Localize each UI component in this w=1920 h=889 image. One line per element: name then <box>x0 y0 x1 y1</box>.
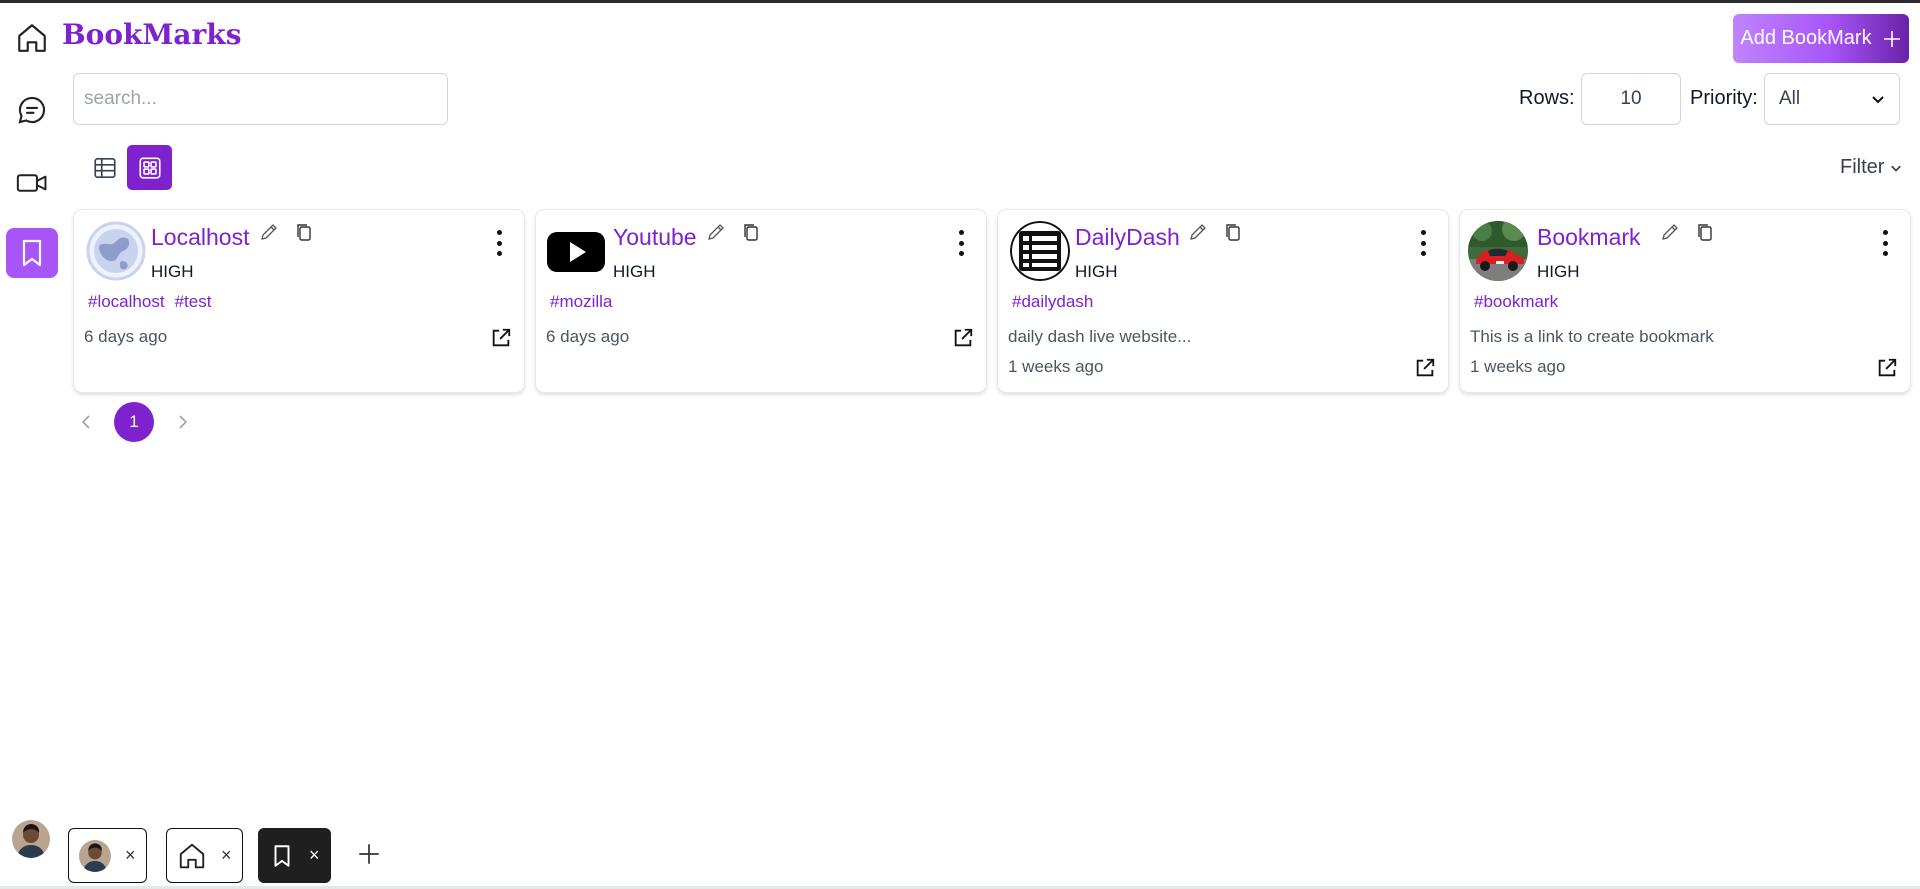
tag-list: #bookmark <box>1474 292 1558 312</box>
external-link-icon[interactable] <box>952 327 974 349</box>
priority-select[interactable]: All <box>1764 73 1900 125</box>
home-icon <box>179 843 205 868</box>
globe-logo <box>86 221 146 281</box>
priority-selected-value: All <box>1779 88 1801 109</box>
workspace-tab-home[interactable]: × <box>166 828 243 883</box>
workspace-tab-bookmarks[interactable]: × <box>258 828 331 883</box>
user-avatar[interactable] <box>12 820 50 858</box>
external-link-icon[interactable] <box>1414 357 1436 379</box>
edit-icon[interactable] <box>706 222 726 242</box>
tag-list: #localhost #test <box>88 292 211 312</box>
card-description: This is a link to create bookmark <box>1470 327 1714 346</box>
video-icon <box>16 174 47 192</box>
external-link-icon[interactable] <box>1876 357 1898 379</box>
bookmark-icon <box>22 239 42 267</box>
more-options-icon[interactable] <box>494 230 504 256</box>
filter-label: Filter <box>1840 156 1885 178</box>
sidebar-item-bookmarks[interactable] <box>6 228 58 278</box>
search-input[interactable] <box>73 73 448 125</box>
plus-icon <box>1883 30 1900 47</box>
more-options-icon[interactable] <box>1880 230 1890 256</box>
card-description: daily dash live website... <box>1008 327 1192 346</box>
grid-icon <box>138 156 161 179</box>
red-car-logo <box>1468 221 1528 281</box>
add-tab-icon[interactable] <box>356 841 382 867</box>
rows-input[interactable] <box>1581 73 1681 125</box>
top-border <box>0 0 1920 3</box>
grid-view-button[interactable] <box>127 145 172 190</box>
previous-page-icon[interactable] <box>78 410 94 434</box>
tag[interactable]: #bookmark <box>1474 292 1558 312</box>
priority-badge: HIGH <box>151 262 194 281</box>
edit-icon[interactable] <box>1660 222 1680 242</box>
sidebar <box>0 3 62 803</box>
sidebar-item-video[interactable] <box>6 158 58 208</box>
edit-icon[interactable] <box>259 222 279 242</box>
copy-icon[interactable] <box>294 222 314 242</box>
youtube-logo <box>546 221 606 281</box>
bookmark-card[interactable]: Youtube HIGH #mozilla 6 days ago <box>536 210 986 392</box>
app-title: BookMarks <box>62 18 242 51</box>
add-bookmark-label: Add BookMark <box>1740 27 1872 49</box>
external-link-icon[interactable] <box>490 327 512 349</box>
home-icon <box>18 24 46 52</box>
card-title[interactable]: Bookmark <box>1537 224 1641 251</box>
page-number-button[interactable]: 1 <box>114 402 154 442</box>
rows-label: Rows: <box>1519 87 1575 109</box>
timestamp: 6 days ago <box>84 327 168 346</box>
copy-icon[interactable] <box>1695 222 1715 242</box>
chevron-down-icon <box>1891 165 1902 172</box>
table-view-button[interactable] <box>82 145 127 190</box>
tag[interactable]: #dailydash <box>1012 292 1093 312</box>
copy-icon[interactable] <box>741 222 761 242</box>
timestamp: 6 days ago <box>546 327 630 346</box>
bookmark-card[interactable]: DailyDash HIGH #dailydash daily dash liv… <box>998 210 1448 392</box>
more-options-icon[interactable] <box>1418 230 1428 256</box>
card-title[interactable]: Youtube <box>613 224 697 251</box>
priority-label: Priority: <box>1690 87 1758 109</box>
bookmark-card[interactable]: Localhost HIGH #localhost #test 6 days a… <box>74 210 524 392</box>
card-title[interactable]: Localhost <box>151 224 249 251</box>
bookmark-icon <box>274 844 290 867</box>
workspace-tab-profile[interactable]: × <box>68 828 147 883</box>
avatar <box>79 839 111 872</box>
tag[interactable]: #mozilla <box>550 292 612 312</box>
chat-icon <box>18 96 46 124</box>
priority-badge: HIGH <box>613 262 656 281</box>
list-logo <box>1010 221 1070 281</box>
edit-icon[interactable] <box>1188 222 1208 242</box>
timestamp: 1 weeks ago <box>1008 357 1104 376</box>
filter-button[interactable]: Filter <box>1840 156 1902 179</box>
priority-badge: HIGH <box>1075 262 1118 281</box>
bookmark-card[interactable]: Bookmark HIGH #bookmark This is a link t… <box>1460 210 1910 392</box>
tag-list: #dailydash <box>1012 292 1093 312</box>
card-title[interactable]: DailyDash <box>1075 224 1180 251</box>
copy-icon[interactable] <box>1223 222 1243 242</box>
priority-badge: HIGH <box>1537 262 1580 281</box>
tag[interactable]: #localhost <box>88 292 165 312</box>
table-icon <box>93 157 116 178</box>
tag-list: #mozilla <box>550 292 612 312</box>
chevron-down-icon <box>1872 96 1884 104</box>
close-icon[interactable]: × <box>309 845 320 866</box>
sidebar-item-home[interactable] <box>6 13 58 63</box>
tag[interactable]: #test <box>175 292 212 312</box>
close-icon[interactable]: × <box>125 845 136 866</box>
timestamp: 1 weeks ago <box>1470 357 1566 376</box>
more-options-icon[interactable] <box>956 230 966 256</box>
next-page-icon[interactable] <box>175 410 191 434</box>
add-bookmark-button[interactable]: Add BookMark <box>1733 14 1909 63</box>
close-icon[interactable]: × <box>221 845 232 866</box>
sidebar-item-chat[interactable] <box>6 85 58 135</box>
